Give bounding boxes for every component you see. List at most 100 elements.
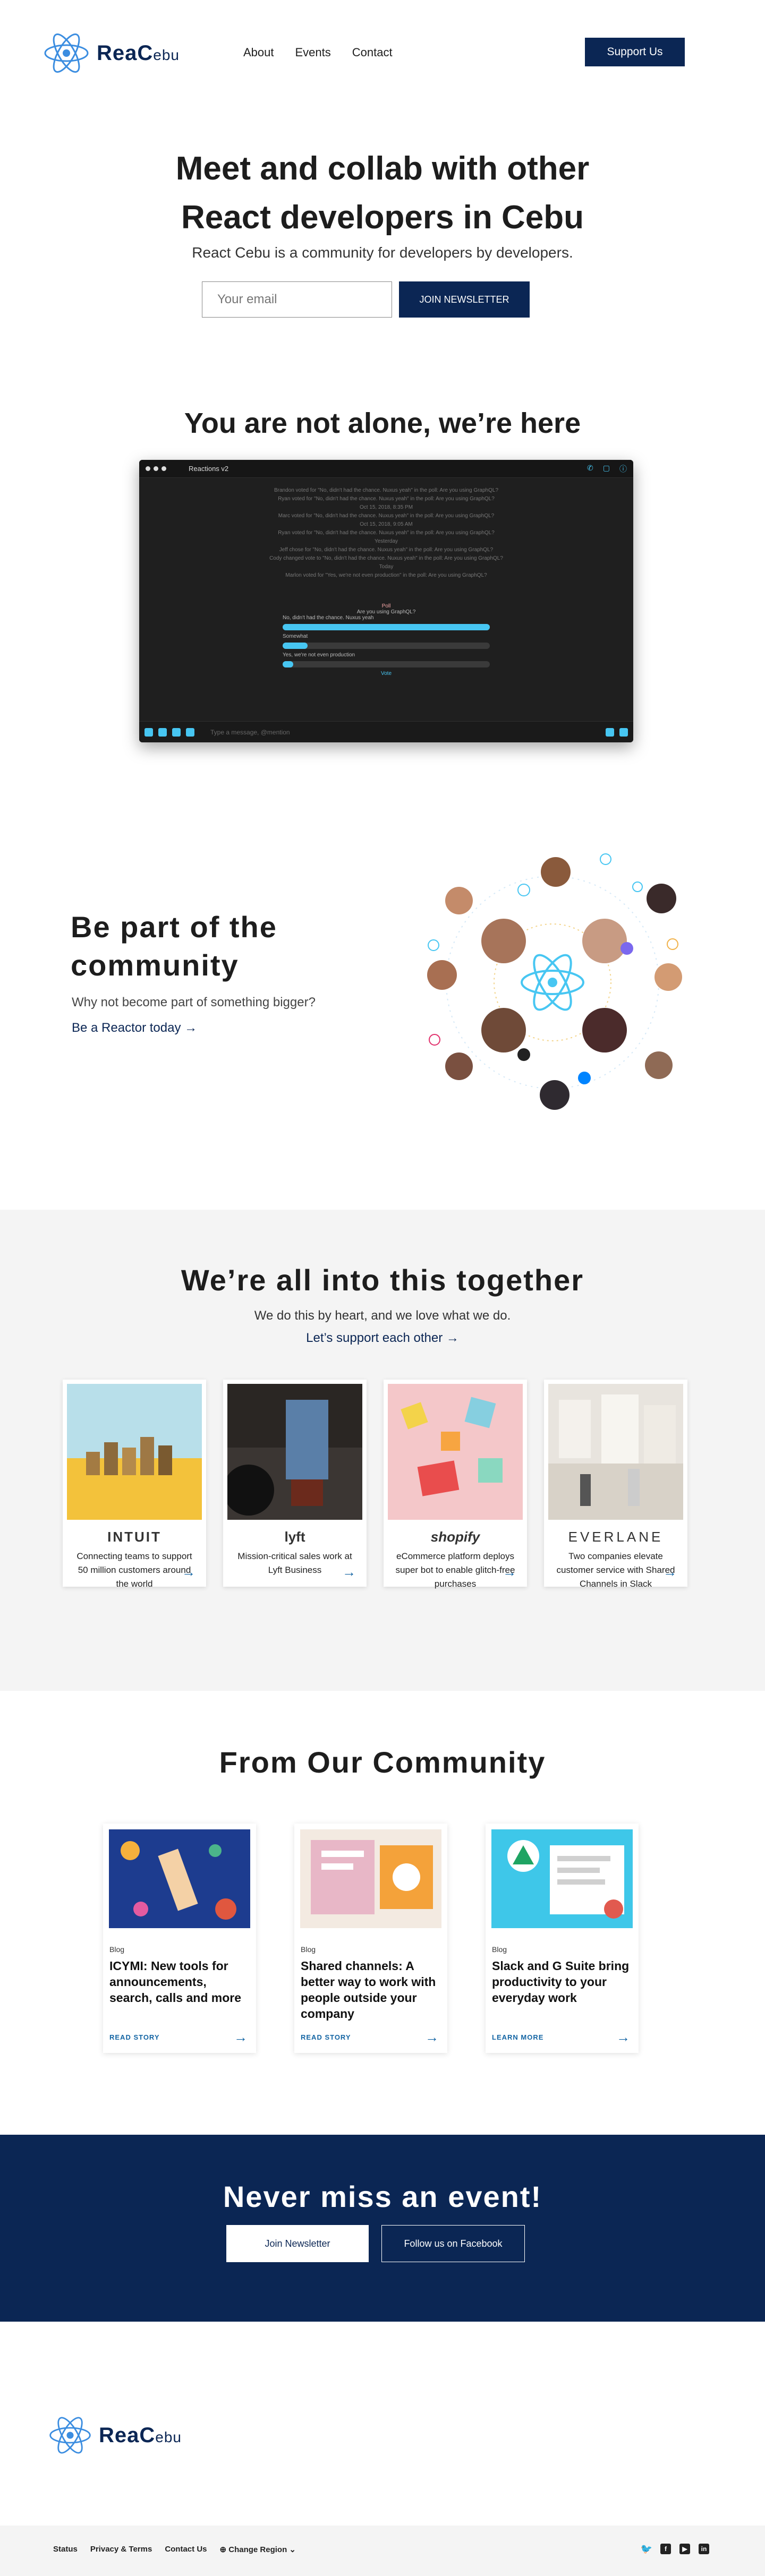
blog-tag: Blog: [492, 1945, 507, 1954]
community-network-illustration: [427, 853, 682, 1110]
chat-line: Jeff chose for "No, didn't had the chanc…: [279, 547, 494, 553]
blog-tag: Blog: [301, 1945, 316, 1954]
main-nav: About Events Contact: [243, 46, 393, 59]
together-subtitle: We do this by heart, and we love what we…: [254, 1308, 511, 1323]
poll-option-bar[interactable]: [283, 624, 490, 630]
emoji-icon[interactable]: [606, 728, 614, 737]
footer-link-status[interactable]: Status: [53, 2545, 78, 2554]
learn-more-link[interactable]: LEARN MORE: [492, 2033, 543, 2041]
nav-about[interactable]: About: [243, 46, 274, 59]
chat-line: Ryan voted for "No, didn't had the chanc…: [278, 496, 495, 502]
blog-card[interactable]: Blog Slack and G Suite bring productivit…: [486, 1824, 639, 2053]
coins-image: [67, 1384, 202, 1520]
folder-icon[interactable]: [172, 728, 181, 737]
follow-facebook-button[interactable]: Follow us on Facebook: [381, 2225, 525, 2262]
footer-logo[interactable]: ReaCebu: [48, 2414, 182, 2457]
poll-author: Poll: [381, 603, 391, 609]
nav-events[interactable]: Events: [295, 46, 331, 59]
poll-fill: [283, 661, 293, 667]
customer-card[interactable]: lyft Mission-critical sales work at Lyft…: [223, 1380, 367, 1587]
site-logo[interactable]: ReaCebu: [42, 31, 180, 75]
arrow-right-icon[interactable]: →: [425, 2029, 439, 2046]
arrow-right-icon[interactable]: →: [663, 1564, 677, 1580]
poll-option-label: Yes, we're not even production: [283, 652, 355, 658]
community-title: Be part of the community: [71, 908, 277, 985]
together-section: We’re all into this together We do this …: [0, 1210, 765, 1691]
arrow-right-icon[interactable]: →: [234, 2029, 248, 2046]
window-controls: [146, 466, 166, 471]
social-icons: [428, 853, 678, 1084]
footer-bar: Status Privacy & Terms Contact Us ⊕ Chan…: [0, 2526, 765, 2576]
nav-contact[interactable]: Contact: [352, 46, 393, 59]
community-title-line1: Be part of the: [71, 910, 277, 944]
arrow-right-icon[interactable]: →: [182, 1564, 196, 1580]
community-subtitle: Why not become part of something bigger?: [72, 995, 316, 1009]
gif-icon[interactable]: [158, 728, 167, 737]
customer-logo: shopify: [430, 1529, 480, 1545]
facebook-icon[interactable]: f: [660, 2544, 671, 2554]
never-miss-title: Never miss an event!: [223, 2180, 542, 2213]
arrow-right-icon[interactable]: →: [616, 2029, 630, 2046]
blog-card[interactable]: Blog Shared channels: A better way to wo…: [294, 1824, 447, 2053]
chat-line: Oct 15, 2018, 8:35 PM: [359, 504, 413, 510]
twitter-icon[interactable]: 🐦: [641, 2544, 652, 2554]
become-reactor-link[interactable]: Be a Reactor today →: [72, 1021, 197, 1035]
footer-links: Status Privacy & Terms Contact Us ⊕ Chan…: [53, 2545, 296, 2554]
customer-card[interactable]: shopify eCommerce platform deploys super…: [384, 1380, 527, 1589]
chat-line: Oct 15, 2018, 9:05 AM: [360, 521, 413, 527]
linkedin-icon[interactable]: in: [699, 2544, 709, 2554]
poll-option-bar[interactable]: [283, 643, 490, 649]
read-story-link[interactable]: READ STORY: [301, 2033, 351, 2041]
blog-illustration: [300, 1829, 441, 1928]
hero-title: Meet and collab with other React develop…: [0, 144, 765, 242]
customer-logo: INTUIT: [107, 1529, 162, 1545]
gifts-image: [388, 1384, 523, 1520]
customer-card[interactable]: INTUIT Connecting teams to support 50 mi…: [63, 1380, 206, 1589]
join-newsletter-button[interactable]: JOIN NEWSLETTER: [399, 281, 530, 318]
chat-line: Cody changed vote to "No, didn't had the…: [269, 555, 503, 561]
lyft-photo: [223, 1384, 362, 1520]
poll-question: Are you using GraphQL?: [356, 609, 416, 615]
chat-channel-name: Reactions v2: [189, 465, 229, 473]
add-icon[interactable]: [144, 728, 153, 737]
chat-titlebar: Reactions v2 ✆ ▢ ⓘ: [139, 460, 633, 478]
join-newsletter-cta[interactable]: Join Newsletter: [226, 2225, 369, 2262]
chat-line: Yesterday: [374, 538, 398, 544]
poll-fill: [283, 624, 490, 630]
poll-option-label: No, didn't had the chance. Nuxus yeah: [283, 615, 374, 621]
footer-link-contact[interactable]: Contact Us: [165, 2545, 207, 2554]
chat-screenshot: Reactions v2 ✆ ▢ ⓘ Brandon voted for "No…: [139, 460, 633, 742]
react-atom-icon: [44, 33, 89, 73]
arrow-right-icon[interactable]: →: [342, 1564, 356, 1580]
image-icon[interactable]: [186, 728, 194, 737]
poll-option-bar[interactable]: [283, 661, 490, 667]
never-miss-section: Never miss an event! Join Newsletter Fol…: [0, 2135, 765, 2322]
message-input[interactable]: Type a message, @mention: [210, 729, 290, 736]
chat-line: Ryan voted for "No, didn't had the chanc…: [278, 530, 495, 536]
info-icon: ⓘ: [619, 464, 627, 473]
email-input[interactable]: [202, 281, 392, 318]
blog-title: ICYMI: New tools for announcements, sear…: [109, 1959, 242, 2005]
blog-card[interactable]: Blog ICYMI: New tools for announcements,…: [103, 1824, 256, 2053]
poll-card: Poll Are you using GraphQL? No, didn't h…: [283, 603, 490, 677]
footer-link-privacy[interactable]: Privacy & Terms: [90, 2545, 152, 2554]
arrow-right-icon[interactable]: →: [503, 1564, 516, 1580]
office-photo: [548, 1384, 683, 1520]
together-title: We’re all into this together: [181, 1263, 584, 1297]
thumbs-up-icon[interactable]: [619, 728, 628, 737]
change-region-dropdown[interactable]: ⊕ Change Region ⌄: [220, 2545, 296, 2554]
youtube-icon[interactable]: ▶: [679, 2544, 690, 2554]
read-story-link[interactable]: READ STORY: [109, 2033, 160, 2041]
video-icon: ▢: [602, 463, 610, 472]
customer-card[interactable]: EVERLANE Two companies elevate customer …: [544, 1380, 687, 1589]
support-each-other-link[interactable]: Let’s support each other →: [0, 1331, 765, 1346]
poll-vote-button[interactable]: Vote: [283, 671, 490, 677]
chat-line: Today: [379, 564, 394, 570]
phone-icon: ✆: [587, 463, 593, 472]
blog-title: Shared channels: A better way to work wi…: [301, 1959, 436, 2021]
support-us-button[interactable]: Support Us: [585, 38, 685, 66]
hero-subtitle: React Cebu is a community for developers…: [192, 244, 573, 261]
chat-line: Marlon voted for "Yes, we're not even pr…: [285, 572, 487, 578]
site-header: ReaCebu About Events Contact Support Us: [0, 0, 765, 106]
blog-title: Slack and G Suite bring productivity to …: [492, 1959, 630, 2005]
